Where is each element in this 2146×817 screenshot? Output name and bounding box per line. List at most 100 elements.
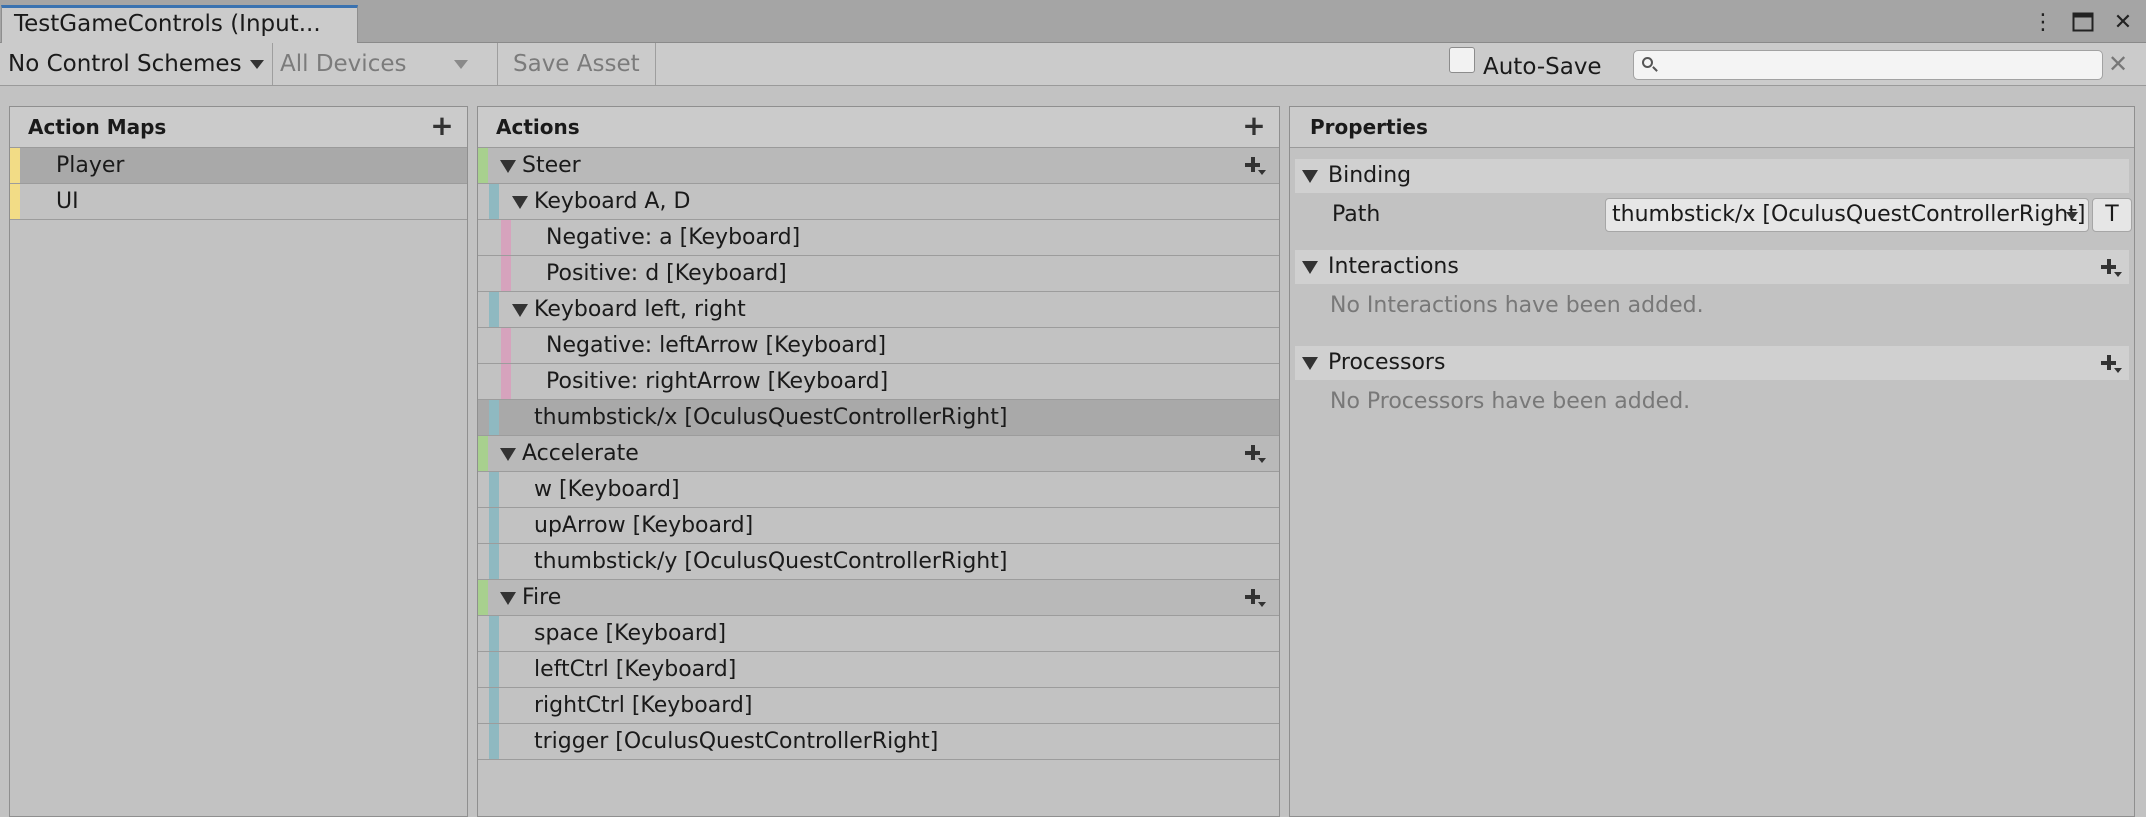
binding-row[interactable]: w [Keyboard] bbox=[478, 472, 1279, 508]
row-color-bar bbox=[501, 256, 511, 291]
row-label: Accelerate bbox=[522, 441, 639, 466]
interactions-section-header[interactable]: Interactions bbox=[1295, 250, 2129, 284]
save-asset-button[interactable]: Save Asset bbox=[513, 43, 640, 85]
save-asset-label: Save Asset bbox=[513, 51, 640, 77]
foldout-triangle-icon[interactable] bbox=[512, 196, 528, 209]
row-color-bar bbox=[489, 184, 499, 219]
window-controls: ⋮ ✕ bbox=[2030, 8, 2136, 36]
text-mode-label: T bbox=[2105, 202, 2119, 227]
action-maps-title: Action Maps bbox=[28, 115, 167, 139]
row-color-bar bbox=[489, 724, 499, 759]
properties-header: Properties bbox=[1290, 107, 2134, 148]
action-map-item[interactable]: UI bbox=[10, 184, 467, 220]
auto-save-label: Auto-Save bbox=[1483, 54, 1602, 80]
action-map-item[interactable]: Player bbox=[10, 148, 467, 184]
processors-header-label: Processors bbox=[1328, 350, 1446, 375]
actions-header: Actions + bbox=[478, 107, 1279, 148]
add-action-map-button[interactable]: + bbox=[427, 111, 457, 141]
binding-row[interactable]: thumbstick/y [OculusQuestControllerRight… bbox=[478, 544, 1279, 580]
auto-save-checkbox[interactable] bbox=[1449, 47, 1475, 73]
actions-panel: Actions + Steer Keyboard A, D Negative: a … bbox=[477, 106, 1280, 817]
action-map-label: Player bbox=[56, 153, 125, 178]
binding-row[interactable]: space [Keyboard] bbox=[478, 616, 1279, 652]
row-color-bar bbox=[489, 400, 499, 435]
search-clear-icon[interactable]: ✕ bbox=[2108, 43, 2128, 85]
row-color-bar bbox=[489, 292, 499, 327]
composite-part-row[interactable]: Negative: leftArrow [Keyboard] bbox=[478, 328, 1279, 364]
row-label: rightCtrl [Keyboard] bbox=[534, 693, 753, 718]
composite-binding-row[interactable]: Keyboard A, D bbox=[478, 184, 1279, 220]
row-color-bar bbox=[478, 148, 488, 183]
row-label: thumbstick/x [OculusQuestControllerRight… bbox=[534, 405, 1008, 430]
binding-section-header[interactable]: Binding bbox=[1295, 159, 2129, 193]
devices-dropdown[interactable]: All Devices bbox=[280, 43, 469, 85]
binding-row[interactable]: rightCtrl [Keyboard] bbox=[478, 688, 1279, 724]
row-color-bar bbox=[478, 436, 488, 471]
row-color-bar bbox=[501, 364, 511, 399]
text-mode-toggle-button[interactable]: T bbox=[2092, 198, 2132, 232]
control-schemes-label: No Control Schemes bbox=[8, 51, 242, 77]
row-label: thumbstick/y [OculusQuestControllerRight… bbox=[534, 549, 1008, 574]
row-label: w [Keyboard] bbox=[534, 477, 680, 502]
more-options-icon[interactable]: ⋮ bbox=[2030, 9, 2056, 35]
binding-row[interactable]: leftCtrl [Keyboard] bbox=[478, 652, 1279, 688]
input-actions-editor-window: TestGameControls (Input... ⋮ ✕ No Contro… bbox=[0, 0, 2146, 817]
path-dropdown[interactable]: thumbstick/x [OculusQuestControllerRight… bbox=[1605, 198, 2089, 232]
foldout-triangle-icon[interactable] bbox=[512, 304, 528, 317]
chevron-down-icon bbox=[454, 60, 469, 69]
binding-header-label: Binding bbox=[1328, 163, 1412, 188]
composite-part-row[interactable]: Positive: d [Keyboard] bbox=[478, 256, 1279, 292]
processors-empty-message: No Processors have been added. bbox=[1330, 389, 1691, 414]
toolbar-divider bbox=[655, 43, 656, 85]
maximize-icon[interactable] bbox=[2070, 9, 2096, 35]
binding-row[interactable]: thumbstick/x [OculusQuestControllerRight… bbox=[478, 400, 1279, 436]
row-color-bar bbox=[489, 544, 499, 579]
control-schemes-dropdown[interactable]: No Control Schemes bbox=[8, 43, 264, 85]
more-options-glyph: ⋮ bbox=[2032, 9, 2054, 35]
row-label: leftCtrl [Keyboard] bbox=[534, 657, 737, 682]
add-binding-icon[interactable] bbox=[1241, 584, 1267, 610]
foldout-triangle-icon[interactable] bbox=[500, 160, 516, 173]
action-map-color-bar bbox=[10, 148, 20, 183]
tab-title: TestGameControls (Input... bbox=[14, 11, 321, 37]
row-label: Keyboard left, right bbox=[534, 297, 746, 322]
add-processor-icon[interactable] bbox=[2097, 350, 2123, 376]
add-interaction-icon[interactable] bbox=[2097, 254, 2123, 280]
processors-section-header[interactable]: Processors bbox=[1295, 346, 2129, 380]
binding-row[interactable]: upArrow [Keyboard] bbox=[478, 508, 1279, 544]
toolbar-divider bbox=[272, 43, 273, 85]
add-binding-icon[interactable] bbox=[1241, 152, 1267, 178]
foldout-triangle-icon[interactable] bbox=[500, 448, 516, 461]
add-action-button[interactable]: + bbox=[1239, 111, 1269, 141]
row-color-bar bbox=[489, 616, 499, 651]
search-input[interactable] bbox=[1662, 53, 2096, 79]
row-label: Positive: rightArrow [Keyboard] bbox=[546, 369, 889, 394]
action-row[interactable]: Steer bbox=[478, 148, 1279, 184]
add-icon: + bbox=[430, 109, 454, 142]
composite-binding-row[interactable]: Keyboard left, right bbox=[478, 292, 1279, 328]
row-color-bar bbox=[489, 688, 499, 723]
row-label: Positive: d [Keyboard] bbox=[546, 261, 787, 286]
close-glyph: ✕ bbox=[2113, 9, 2133, 35]
add-binding-icon[interactable] bbox=[1241, 440, 1267, 466]
binding-row[interactable]: trigger [OculusQuestControllerRight] bbox=[478, 724, 1279, 760]
row-label: Negative: leftArrow [Keyboard] bbox=[546, 333, 887, 358]
interactions-header-label: Interactions bbox=[1328, 254, 1459, 279]
action-row[interactable]: Accelerate bbox=[478, 436, 1279, 472]
action-row[interactable]: Fire bbox=[478, 580, 1279, 616]
row-color-bar bbox=[501, 328, 511, 363]
row-label: upArrow [Keyboard] bbox=[534, 513, 754, 538]
tab-testgamecontrols[interactable]: TestGameControls (Input... bbox=[1, 5, 358, 43]
composite-part-row[interactable]: Negative: a [Keyboard] bbox=[478, 220, 1279, 256]
foldout-triangle-icon[interactable] bbox=[500, 592, 516, 605]
chevron-down-icon bbox=[249, 60, 264, 69]
close-icon[interactable]: ✕ bbox=[2110, 9, 2136, 35]
search-clear-glyph: ✕ bbox=[2108, 50, 2129, 78]
action-map-color-bar bbox=[10, 184, 20, 219]
foldout-triangle-icon bbox=[1302, 357, 1318, 370]
chevron-down-icon bbox=[2066, 212, 2078, 220]
row-color-bar bbox=[489, 508, 499, 543]
row-label: Steer bbox=[522, 153, 581, 178]
row-color-bar bbox=[501, 220, 511, 255]
composite-part-row[interactable]: Positive: rightArrow [Keyboard] bbox=[478, 364, 1279, 400]
